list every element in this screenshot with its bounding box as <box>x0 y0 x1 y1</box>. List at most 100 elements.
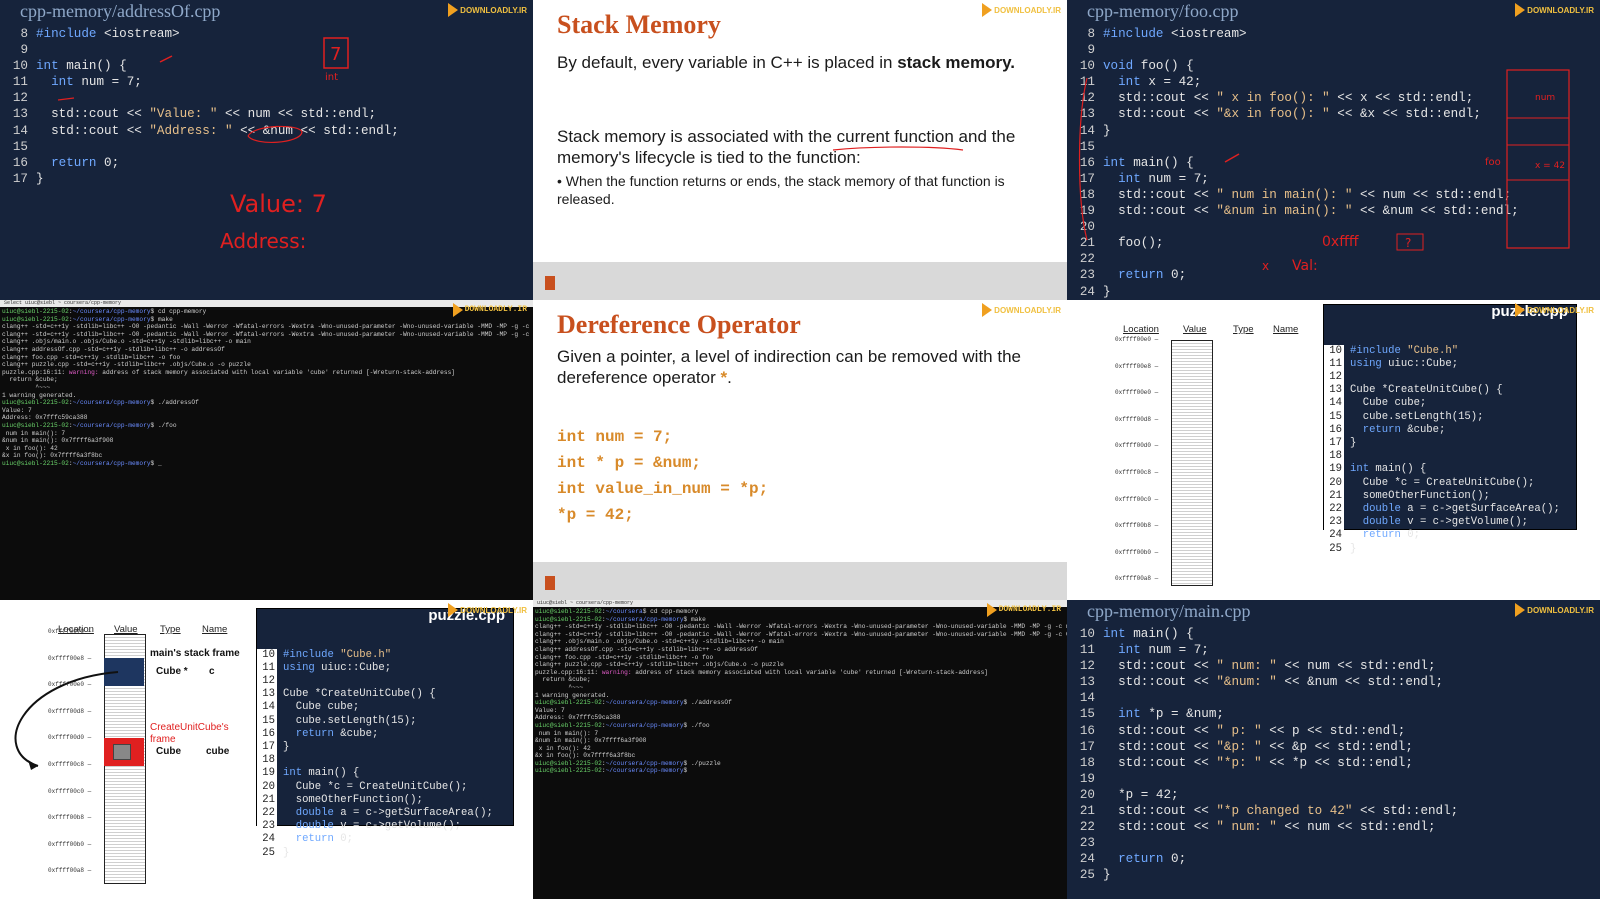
code-text: int num = 7; <box>1118 643 1209 658</box>
terminal-line: clang++ puzzle.cpp -std=c++1y -stdlib=li… <box>535 661 784 669</box>
terminal-output[interactable]: uiuc@siebl-2215-02:~/coursera$ cd cpp-me… <box>535 608 1067 775</box>
slide-paragraph: Given a pointer, a level of indirection … <box>557 347 1021 387</box>
annotation-seven: 7 <box>330 44 341 65</box>
play-icon <box>982 303 993 317</box>
header-type: Type <box>1233 324 1254 335</box>
pointer-arrow <box>14 671 119 770</box>
memory-stack <box>1171 340 1213 586</box>
line-number: 10 <box>1079 627 1095 641</box>
code-text: } <box>283 741 290 754</box>
line-number: 21 <box>1324 489 1344 504</box>
code-text: #include "Cube.h" <box>283 648 392 661</box>
code-text: using uiuc::Cube; <box>283 661 392 674</box>
code-line: 12 <box>1324 371 1576 385</box>
line-number: 18 <box>1079 755 1095 770</box>
code-line: 20 *p = 42; <box>1073 787 1458 803</box>
code-text: int main() { <box>1103 627 1194 641</box>
address-label: 0xffff00b0 — <box>1115 548 1159 556</box>
terminal-line: clang++ -std=c++1y -stdlib=libc++ -O0 -p… <box>2 323 533 331</box>
code-text: Cube cube; <box>1350 397 1427 410</box>
address-label: 0xffff00e8 — <box>1115 362 1159 370</box>
code-line: 17} <box>1324 437 1576 451</box>
address-label: 0xffff00c8 — <box>1115 469 1159 476</box>
terminal-output[interactable]: uiuc@siebl-2215-02:~/coursera/cpp-memory… <box>2 308 533 467</box>
code-line: 17} <box>257 741 513 755</box>
annotation-foo: foo <box>1485 157 1501 168</box>
code-text: } <box>1350 542 1357 555</box>
header-name: Name <box>202 624 228 635</box>
code-text: std::cout << " p: " << p << std::endl; <box>1103 723 1406 738</box>
panel-memory-frames: Location Value Type Name 0xffff00f0 —0xf… <box>0 600 533 899</box>
code-line: 13 Cube *CreateUnitCube() { <box>1324 384 1576 398</box>
header-name: Name <box>1273 324 1299 335</box>
terminal-line: uiuc@siebl-2215-02:~/coursera/cpp-memory… <box>535 767 688 775</box>
line-number: 16 <box>257 727 277 742</box>
code-text: someOtherFunction(); <box>1350 489 1490 502</box>
panel-memory-diagram: Location Value Type Name 0xffff00e0 — 0xf… <box>1067 300 1600 600</box>
terminal-line: &num in main(): 0x7ffff6a3f908 <box>535 737 647 745</box>
code-text: cube.setLength(15); <box>1350 410 1484 423</box>
terminal-line: uiuc@siebl-2215-02:~/coursera/cpp-memory… <box>535 615 706 623</box>
code-text: someOtherFunction(); <box>283 793 423 806</box>
terminal-line: 1 warning generated. <box>535 691 610 699</box>
line-number: 21 <box>1079 804 1095 819</box>
terminal-line: uiuc@siebl-2215-02:~/coursera/cpp-memory… <box>2 421 177 429</box>
code-line: 25} <box>257 846 513 860</box>
code-text: return &cube; <box>295 727 379 740</box>
line-number: 17 <box>1079 739 1095 754</box>
code-line: 15 int *p = &num; <box>1073 706 1458 722</box>
downloadly-logo: DOWNLOADLY.IR <box>1515 602 1594 618</box>
terminal-line: return &cube; <box>535 676 591 684</box>
address-label: 0xffff00d0 — <box>1115 442 1159 450</box>
annotation-underline <box>57 97 75 101</box>
header-value: Value <box>1183 324 1207 335</box>
cuc-frame-label: CreateUnitCube's frame <box>150 722 229 745</box>
play-icon <box>448 603 459 617</box>
line-number: 20 <box>1324 476 1344 490</box>
terminal-line: uiuc@siebl-2215-02:~/coursera/cpp-memory… <box>535 721 710 729</box>
line-number: 12 <box>1079 659 1095 674</box>
terminal-line: x in foo(): 42 <box>2 444 58 452</box>
terminal-line: clang++ puzzle.cpp -std=c++1y -stdlib=li… <box>2 361 251 369</box>
downloadly-logo: DOWNLOADLY.IR <box>1515 302 1594 318</box>
code-line: 10 #include "Cube.h" <box>1324 344 1576 358</box>
code-line: 11 int num = 7; <box>1073 642 1458 658</box>
code-line: 15 cube.setLength(15); <box>1324 410 1576 424</box>
line-number: 11 <box>1324 357 1344 372</box>
line-number: 23 <box>1079 836 1095 851</box>
code-text: std::cout << " num: " << num << std::end… <box>1103 659 1436 674</box>
address-label: 0xffff00e0 — <box>1115 389 1159 397</box>
main-name: c <box>209 666 215 677</box>
code-line: 19 <box>1073 771 1458 787</box>
play-icon <box>1515 303 1526 317</box>
line-number: 24 <box>1324 529 1344 543</box>
annotation-value: Value: 7 <box>230 190 327 218</box>
code-text: } <box>283 846 290 859</box>
handwriting-underline <box>832 146 964 151</box>
panel-stack-memory-slide: Stack Memory DOWNLOADLY.IR By default, e… <box>533 0 1067 300</box>
line-number: 22 <box>1079 820 1095 835</box>
cuc-name: cube <box>206 746 230 757</box>
code-line: 16 return &cube; <box>1324 423 1576 438</box>
terminal-line: uiuc@siebl-2215-02:~/coursera/cpp-memory… <box>2 308 207 315</box>
panel-dereference-slide: Dereference Operator DOWNLOADLY.IR Given… <box>533 300 1067 600</box>
terminal-line: clang++ addressOf.cpp -std=c++1y -stdlib… <box>2 345 225 353</box>
annotation-arrow <box>159 55 173 63</box>
annotation-val: Val: <box>1292 258 1318 274</box>
code-line: 19 int main() { <box>257 767 513 781</box>
code-text: #include "Cube.h" <box>1350 344 1459 357</box>
downloadly-logo: DOWNLOADLY.IR <box>982 302 1061 318</box>
puzzle-code: puzzle.cpp 10 #include "Cube.h" 11 using ui… <box>256 608 514 860</box>
terminal-line: uiuc@siebl-2215-02:~/coursera/cpp-memory… <box>2 399 199 407</box>
annotation-address: Address: <box>220 229 306 253</box>
terminal-line: return &cube; <box>2 376 58 384</box>
code-line: 21 std::cout << "*p changed to 42" << st… <box>1073 803 1458 819</box>
code-line: 18 std::cout << "*p: " << *p << std::end… <box>1073 755 1458 771</box>
code-text: double a = c->getSurfaceArea(); <box>1362 503 1560 516</box>
address-label: 0xffff00b0 — <box>48 840 92 848</box>
line-number: 14 <box>1079 691 1095 706</box>
code-line: 14 Cube cube; <box>1324 397 1576 411</box>
line-number: 11 <box>257 661 277 676</box>
line-number: 12 <box>257 675 277 689</box>
